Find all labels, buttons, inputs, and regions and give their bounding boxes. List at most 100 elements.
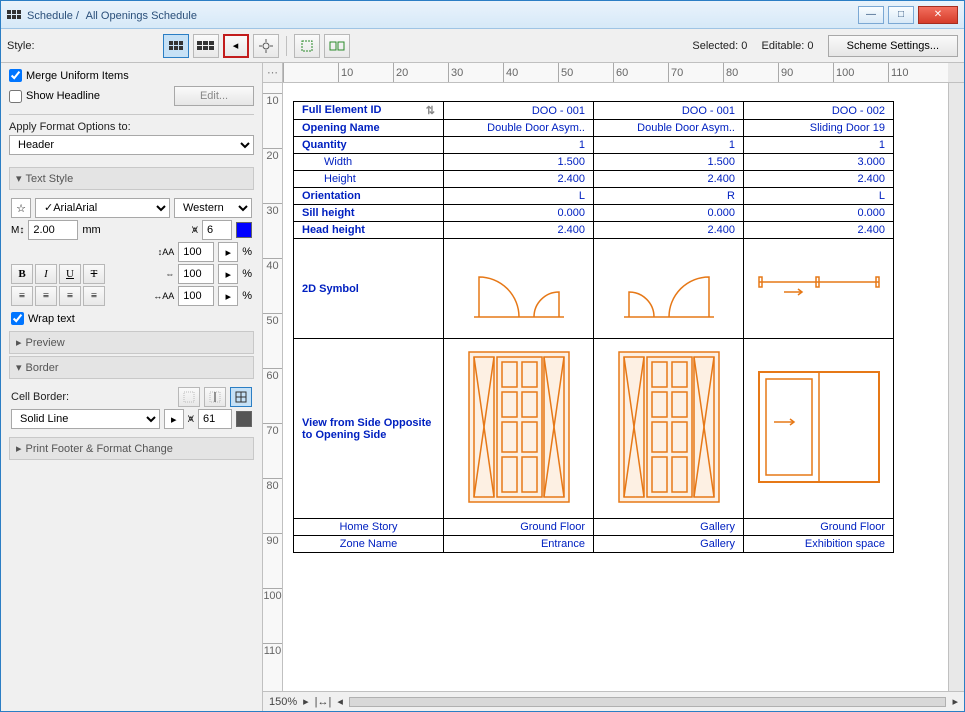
text-color-swatch[interactable] [236, 222, 252, 238]
leading-input[interactable] [202, 220, 232, 240]
statusbar: 150% ▸ |↔| ◂ ▸ [263, 691, 964, 711]
window-title: Schedule / All Openings Schedule [27, 8, 197, 22]
row-2d-symbol: 2D Symbol [294, 239, 894, 339]
row-full-element-id: Full Element ID ⇅ DOO - 001 DOO - 001 DO… [294, 102, 894, 120]
row-zone-name: Zone Name Entrance Gallery Exhibition sp… [294, 536, 894, 553]
border-all-button[interactable] [230, 387, 252, 407]
align-right-button[interactable]: ≡ [59, 286, 81, 306]
schedule-icon [7, 10, 21, 19]
border-color-swatch[interactable] [236, 411, 252, 427]
width-spacing-icon: ⇔ [165, 269, 174, 279]
minimize-button[interactable]: — [858, 6, 884, 24]
apply-format-select[interactable]: Header [9, 135, 254, 155]
apply-format-label: Apply Format Options to: [9, 121, 254, 133]
schedule-window: Schedule / All Openings Schedule — □ ✕ S… [0, 0, 965, 712]
border-pen-input[interactable] [198, 409, 232, 429]
cell-border-label: Cell Border: [11, 391, 69, 403]
vertical-scrollbar[interactable] [948, 83, 964, 691]
zoom-level[interactable]: 150% [269, 696, 297, 708]
border-inner-button[interactable] [204, 387, 226, 407]
sliding-door-elevation-icon [754, 367, 884, 487]
editable-label: Editable: 0 [762, 40, 814, 52]
merge-uniform-checkbox[interactable]: Merge Uniform Items [9, 69, 254, 82]
horizontal-scrollbar[interactable] [349, 697, 947, 707]
align-justify-button[interactable]: ≡ [83, 286, 105, 306]
preview-section-header[interactable]: ▸ Preview [9, 331, 254, 354]
footer-section-header[interactable]: ▸ Print Footer & Format Change [9, 437, 254, 460]
scroll-left-button[interactable]: ◂ [337, 695, 343, 708]
chevron-right-icon: ▸ [16, 442, 22, 455]
double-door-elevation-icon [464, 347, 574, 507]
chevron-right-icon: ▸ [16, 336, 22, 349]
horizontal-ruler[interactable]: 102030405060708090100110 [283, 63, 948, 83]
show-headline-checkbox[interactable]: Show Headline [9, 90, 170, 103]
scroll-right-button[interactable]: ▸ [952, 695, 958, 708]
content-area: Merge Uniform Items Show Headline Edit..… [1, 63, 964, 711]
vertical-ruler[interactable]: 102030405060708090100110 [263, 83, 283, 691]
sliding-door-2d-symbol-icon [754, 267, 884, 307]
collapse-sidebar-button[interactable]: ◂ [223, 34, 249, 58]
row-orientation: Orientation L R L [294, 188, 894, 205]
bold-button[interactable]: B [11, 264, 33, 284]
row-height: Height 2.400 2.400 2.400 [294, 171, 894, 188]
style-grid-narrow-button[interactable] [163, 34, 189, 58]
row-head-height: Head height 2.400 2.400 2.400 [294, 222, 894, 239]
line-type-opts-button[interactable]: ▸ [164, 409, 184, 429]
align-center-button[interactable]: ≡ [35, 286, 57, 306]
marquee-multi-icon [329, 39, 345, 53]
door-2d-symbol-icon [464, 247, 574, 327]
gear-icon [259, 39, 273, 53]
char-spacing-input[interactable] [178, 242, 214, 262]
row-home-story: Home Story Ground Floor Gallery Ground F… [294, 519, 894, 536]
char-spacing-opts-button[interactable]: ▸ [218, 242, 238, 262]
marquee-icon [300, 39, 314, 53]
close-button[interactable]: ✕ [918, 6, 958, 24]
chevron-down-icon: ▾ [16, 172, 22, 185]
schedule-table: Full Element ID ⇅ DOO - 001 DOO - 001 DO… [293, 101, 894, 553]
underline-button[interactable]: U [59, 264, 81, 284]
line-type-select[interactable]: Solid Line [11, 409, 160, 429]
fit-width-button[interactable]: |↔| [315, 696, 332, 708]
maximize-button[interactable]: □ [888, 6, 914, 24]
wrap-text-checkbox[interactable]: Wrap text [11, 312, 252, 325]
pen-icon: ⩙ [188, 413, 194, 426]
align-left-button[interactable]: ≡ [11, 286, 33, 306]
scheme-settings-button[interactable]: Scheme Settings... [828, 35, 958, 57]
font-family-select[interactable]: ✓ArialArial [35, 198, 170, 218]
kerning-icon: ↔AA [153, 291, 174, 301]
selected-label: Selected: 0 [692, 40, 747, 52]
edit-headline-button[interactable]: Edit... [174, 86, 254, 106]
format-sidebar: Merge Uniform Items Show Headline Edit..… [1, 63, 263, 711]
favorite-star-button[interactable]: ☆ [11, 198, 31, 218]
top-toolbar: Style: ◂ Selected: 0 Editable: 0 Scheme … [1, 29, 964, 63]
text-style-section-header[interactable]: ▾ Text Style [9, 167, 254, 190]
italic-button[interactable]: I [35, 264, 57, 284]
row-sill-height: Sill height 0.000 0.000 0.000 [294, 205, 894, 222]
schedule-canvas[interactable]: Full Element ID ⇅ DOO - 001 DOO - 001 DO… [283, 83, 948, 691]
select-tool-button[interactable] [294, 34, 320, 58]
row-view-from-side: View from Side Opposite to Opening Side [294, 339, 894, 519]
schedule-view: ⋯ 102030405060708090100110 1020304050607… [263, 63, 964, 711]
sort-icon[interactable]: ⇅ [426, 104, 435, 117]
kerning-input[interactable] [178, 286, 214, 306]
select-multi-tool-button[interactable] [324, 34, 350, 58]
width-spacing-opts-button[interactable]: ▸ [218, 264, 238, 284]
border-section-header[interactable]: ▾ Border [9, 356, 254, 379]
settings-gear-button[interactable] [253, 34, 279, 58]
font-size-icon: M↕ [11, 225, 24, 236]
row-width: Width 1.500 1.500 3.000 [294, 154, 894, 171]
border-none-button[interactable] [178, 387, 200, 407]
kerning-opts-button[interactable]: ▸ [218, 286, 238, 306]
font-size-input[interactable] [28, 220, 78, 240]
style-grid-wide-button[interactable] [193, 34, 219, 58]
char-spacing-icon: ↕AA [158, 247, 175, 257]
ruler-options-button[interactable]: ⋯ [263, 63, 283, 83]
font-script-select[interactable]: Western [174, 198, 252, 218]
strikethrough-button[interactable]: T [83, 264, 105, 284]
titlebar: Schedule / All Openings Schedule — □ ✕ [1, 1, 964, 29]
zoom-dropdown-button[interactable]: ▸ [303, 695, 309, 708]
style-label: Style: [7, 40, 35, 52]
pen-icon: ⩙ [192, 224, 198, 237]
row-opening-name: Opening Name Double Door Asym.. Double D… [294, 120, 894, 137]
width-spacing-input[interactable] [178, 264, 214, 284]
